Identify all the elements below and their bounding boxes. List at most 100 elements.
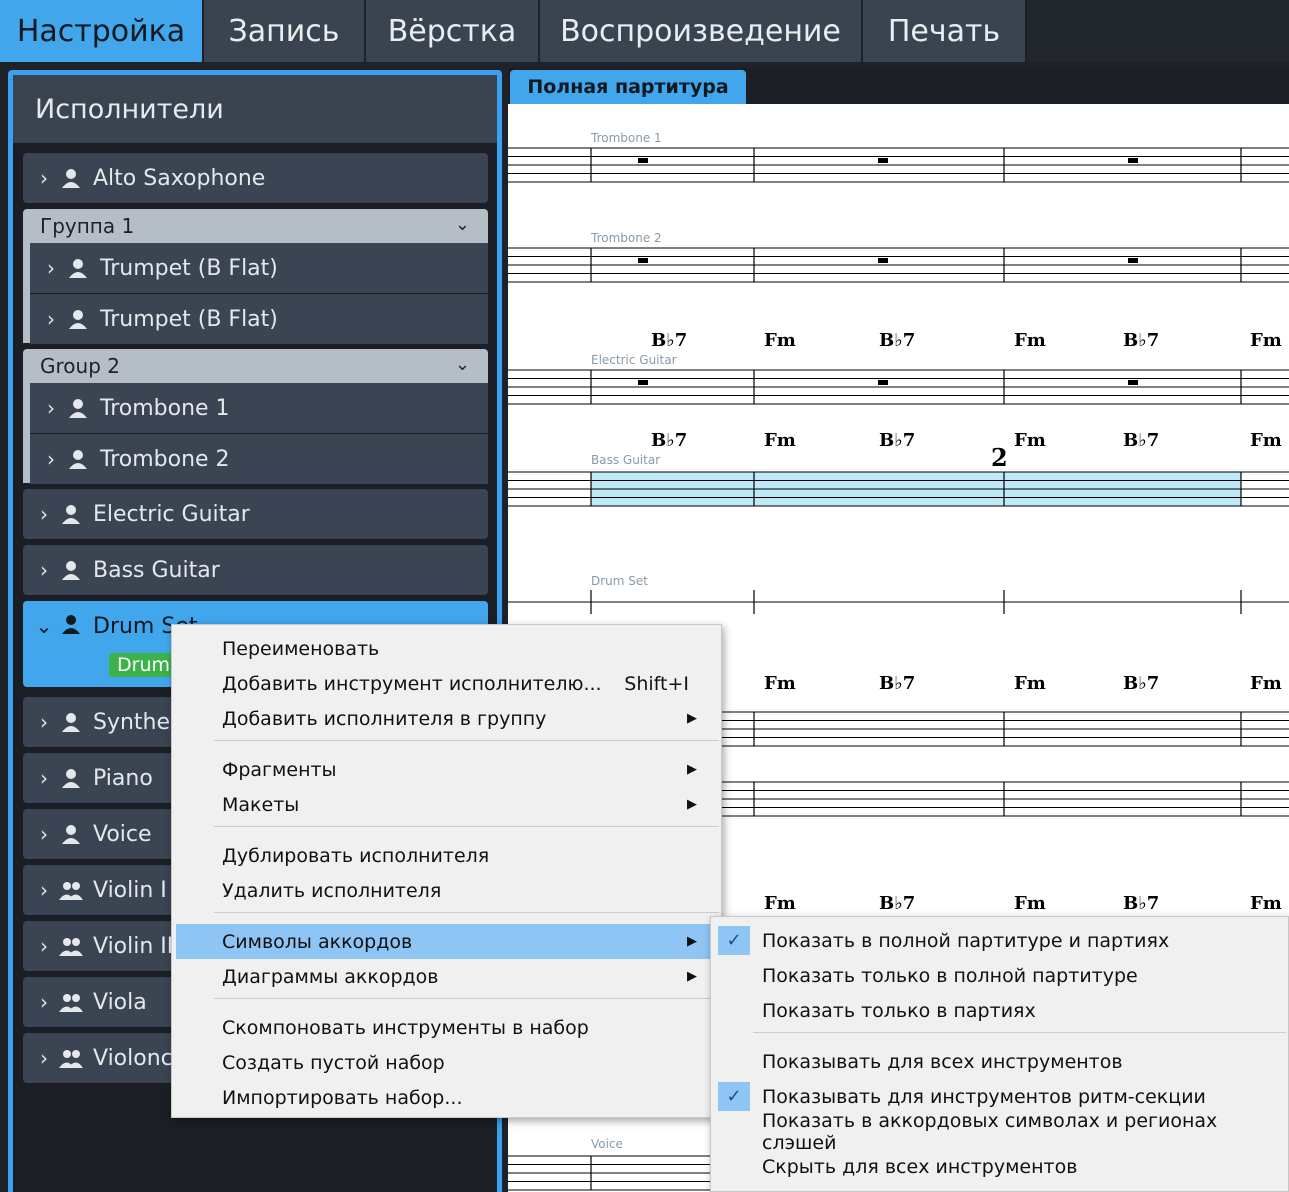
menu-label: Создать пустой набор: [222, 1051, 445, 1074]
player-name: Bass Guitar: [93, 557, 220, 583]
player-card-bass-guitar[interactable]: › Bass Guitar: [23, 545, 488, 595]
menu-item-add-instrument[interactable]: Добавить инструмент исполнителю... Shift+…: [176, 666, 719, 701]
panel-title: Исполнители: [13, 75, 497, 143]
chord-symbol: Fm: [764, 893, 796, 914]
menu-item-combine-kit[interactable]: Скомпоновать инструменты в набор: [176, 1010, 719, 1045]
chord-symbol: Fm: [1014, 673, 1046, 694]
chevron-right-icon[interactable]: ›: [23, 1046, 59, 1070]
person-icon: [59, 824, 83, 844]
person-icon: [66, 398, 90, 418]
rest: [878, 258, 888, 263]
tab-print[interactable]: Печать: [863, 0, 1027, 62]
menu-item-add-to-group[interactable]: Добавить исполнителя в группу ▶: [176, 701, 719, 736]
submenu-item-full-score-only[interactable]: Показать только в полной партитуре: [715, 958, 1286, 993]
rest: [638, 258, 648, 263]
chord-symbol: Fm: [1250, 430, 1282, 451]
submenu-item-parts-only[interactable]: Показать только в партиях: [715, 993, 1286, 1028]
chevron-right-icon[interactable]: ›: [23, 558, 59, 582]
chevron-right-icon[interactable]: ›: [23, 822, 59, 846]
player-card-alto-saxophone[interactable]: › Alto Saxophone: [23, 153, 488, 203]
menu-item-chord-symbols[interactable]: Символы аккордов ▶: [176, 924, 719, 959]
check-icon: ✓: [718, 926, 750, 955]
player-name: Voice: [93, 821, 152, 847]
menu-label: Показывать для инструментов ритм-секции: [762, 1085, 1206, 1108]
player-name: Trombone 2: [100, 446, 230, 472]
group-header[interactable]: Group 2 ⌄: [23, 349, 488, 383]
chevron-right-icon[interactable]: ›: [23, 766, 59, 790]
menu-item-delete-player[interactable]: Удалить исполнителя: [176, 873, 719, 908]
menu-label: Показать только в полной партитуре: [762, 964, 1138, 987]
player-name: Trombone 1: [100, 395, 230, 421]
rest: [878, 158, 888, 163]
submenu-item-all-instruments[interactable]: Показывать для всех инструментов: [715, 1044, 1286, 1079]
submenu-item-hide-all[interactable]: Скрыть для всех инструментов: [715, 1149, 1286, 1184]
tab-full-score[interactable]: Полная партитура: [510, 70, 746, 104]
staff: [508, 369, 1289, 405]
submenu-item-full-score-and-parts[interactable]: ✓ Показать в полной партитуре и партиях: [715, 923, 1286, 958]
person-icon: [59, 560, 83, 580]
tab-engrave[interactable]: Вёрстка: [366, 0, 540, 62]
chord-symbol: B♭7: [1123, 330, 1159, 351]
menu-shortcut: Shift+I: [624, 672, 689, 695]
tab-play[interactable]: Воспроизведение: [540, 0, 863, 62]
player-card-trumpet-2[interactable]: › Trumpet (B Flat): [30, 294, 488, 344]
people-icon: [59, 880, 83, 900]
player-card-trombone-1[interactable]: › Trombone 1: [30, 383, 488, 433]
app-window: Настройка Запись Вёрстка Воспроизведение…: [0, 0, 1289, 1192]
tab-write[interactable]: Запись: [204, 0, 366, 62]
submenu-item-slash-regions[interactable]: Показать в аккордовых символах и региона…: [715, 1110, 1286, 1154]
chevron-right-icon[interactable]: ›: [23, 166, 59, 190]
player-card-electric-guitar[interactable]: › Electric Guitar: [23, 489, 488, 539]
person-icon: [66, 258, 90, 278]
menu-item-rename[interactable]: Переименовать: [176, 631, 719, 666]
triangle-right-icon: ▶: [687, 762, 697, 777]
chevron-right-icon[interactable]: ›: [23, 878, 59, 902]
menu-item-duplicate-player[interactable]: Дублировать исполнителя: [176, 838, 719, 873]
menu-label: Показывать для всех инструментов: [762, 1050, 1123, 1073]
staff-label: Bass Guitar: [591, 453, 660, 467]
player-card-trumpet[interactable]: › Trumpet (B Flat): [30, 243, 488, 293]
people-icon: [59, 992, 83, 1012]
player-name: Viola: [93, 989, 147, 1015]
chevron-down-icon[interactable]: ⌄: [455, 214, 470, 235]
menu-label: Дублировать исполнителя: [222, 844, 490, 867]
menu-item-import-kit[interactable]: Импортировать набор...: [176, 1080, 719, 1115]
menu-label: Удалить исполнителя: [222, 879, 442, 902]
menu-item-empty-kit[interactable]: Создать пустой набор: [176, 1045, 719, 1080]
menu-label: Показать только в партиях: [762, 999, 1036, 1022]
chevron-right-icon[interactable]: ›: [23, 934, 59, 958]
menu-label: Импортировать набор...: [222, 1086, 463, 1109]
chevron-right-icon[interactable]: ›: [30, 307, 66, 331]
chevron-down-icon[interactable]: ⌄: [23, 614, 59, 638]
menu-separator: [214, 740, 719, 741]
person-icon: [66, 309, 90, 329]
menu-item-chord-diagrams[interactable]: Диаграммы аккордов ▶: [176, 959, 719, 994]
rest: [1128, 258, 1138, 263]
menu-item-layouts[interactable]: Макеты ▶: [176, 787, 719, 822]
staff-label: Voice: [591, 1137, 623, 1151]
group-name: Группа 1: [40, 214, 135, 238]
chord-symbol: B♭7: [879, 430, 915, 451]
menu-label: Показать в аккордовых символах и региона…: [762, 1109, 1218, 1154]
tab-setup[interactable]: Настройка: [0, 0, 204, 62]
chevron-right-icon[interactable]: ›: [30, 447, 66, 471]
player-card-trombone-2[interactable]: › Trombone 2: [30, 434, 488, 484]
chevron-right-icon[interactable]: ›: [23, 502, 59, 526]
player-name: Trumpet (B Flat): [100, 255, 278, 281]
group-bar: [23, 243, 30, 343]
chord-symbols: B♭7 Fm B♭7 Fm B♭7 Fm B♭7 Fm B♭7 Fm B♭7 Fm B♭7 Fm B♭7 Fm…: [651, 330, 1282, 914]
repeat-count: 2: [991, 443, 1008, 472]
chevron-right-icon[interactable]: ›: [23, 990, 59, 1014]
chevron-right-icon[interactable]: ›: [30, 396, 66, 420]
chevron-down-icon[interactable]: ⌄: [455, 354, 470, 375]
triangle-right-icon: ▶: [687, 969, 697, 984]
player-name: Alto Saxophone: [93, 165, 266, 191]
chord-symbol: Fm: [1014, 330, 1046, 351]
staff: [508, 247, 1289, 283]
chord-symbol: Fm: [764, 673, 796, 694]
chevron-right-icon[interactable]: ›: [30, 256, 66, 280]
chevron-right-icon[interactable]: ›: [23, 710, 59, 734]
group-header[interactable]: Группа 1 ⌄: [23, 209, 488, 243]
chord-symbol: Fm: [1250, 893, 1282, 914]
menu-item-fragments[interactable]: Фрагменты ▶: [176, 752, 719, 787]
